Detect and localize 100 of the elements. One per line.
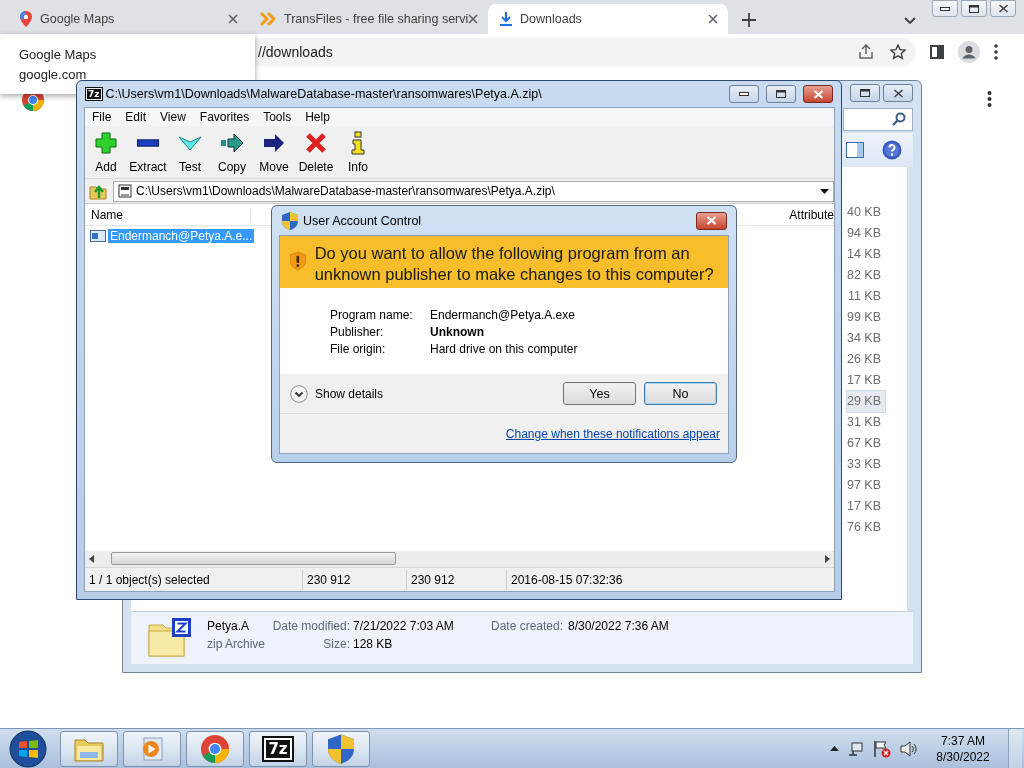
path-field[interactable]: C:\Users\vm1\Downloads\MalwareDatabase-master\ransomwares\Petya.A.zip\ xyxy=(113,180,834,202)
file-size[interactable]: 29 KB xyxy=(846,391,885,412)
menu-item[interactable]: Favorites xyxy=(192,110,257,124)
file-size[interactable]: 94 KB xyxy=(846,223,885,244)
field-value: Endermanch@Petya.A.exe xyxy=(430,308,576,324)
column-header[interactable]: Attribute xyxy=(783,207,834,222)
shield-icon xyxy=(282,211,298,230)
toolbar-button[interactable]: Move xyxy=(253,126,295,178)
taskbar-button[interactable] xyxy=(60,730,118,767)
app-logo: 7z xyxy=(264,737,292,760)
taskbar-button[interactable] xyxy=(123,730,181,767)
details-toggle[interactable]: Show details xyxy=(315,386,384,401)
field-label: File origin: xyxy=(330,342,387,358)
maximize-button[interactable] xyxy=(766,85,796,103)
close-button[interactable] xyxy=(883,84,913,102)
file-size[interactable]: 17 KB xyxy=(846,370,885,391)
close-icon[interactable] xyxy=(708,14,718,24)
side-panel-icon[interactable] xyxy=(930,45,944,59)
start-button[interactable] xyxy=(6,729,50,768)
close-button[interactable] xyxy=(990,0,1016,17)
status-text: 1 / 1 object(s) selected xyxy=(85,569,303,590)
menu-item[interactable]: Edit xyxy=(118,110,154,124)
taskbar-button[interactable]: 7z xyxy=(249,730,307,767)
browser-tab[interactable]: TransFiles - free file sharing servi xyxy=(248,4,488,34)
close-button[interactable] xyxy=(803,85,833,103)
close-button[interactable] xyxy=(696,211,727,230)
search-field[interactable] xyxy=(843,107,913,131)
toolbar-button[interactable]: Copy xyxy=(211,126,253,178)
file-size[interactable]: 99 KB xyxy=(846,307,885,328)
toolbar-button[interactable]: Extract xyxy=(127,126,169,178)
download-icon xyxy=(500,12,512,26)
menu-item[interactable]: Tools xyxy=(256,110,299,124)
dialog-button[interactable]: No xyxy=(644,382,717,405)
caret-icon[interactable] xyxy=(830,746,839,751)
minimize-icon xyxy=(739,92,749,96)
browser-tab[interactable]: Google Maps xyxy=(8,4,248,34)
horizontal-scrollbar[interactable] xyxy=(85,551,834,567)
settings-link[interactable]: Change when these notifications appear xyxy=(505,426,720,441)
archive-icon xyxy=(118,184,132,198)
file-size[interactable]: 31 KB xyxy=(846,412,885,433)
close-icon xyxy=(892,88,904,98)
scroll-right-icon[interactable] xyxy=(825,555,830,563)
menu-icon[interactable] xyxy=(994,44,998,60)
zip-folder-icon xyxy=(148,617,192,657)
file-size[interactable]: 67 KB xyxy=(846,433,885,454)
file-type: zip Archive xyxy=(206,637,267,653)
network-icon[interactable] xyxy=(848,740,864,757)
play-icon xyxy=(140,736,164,761)
menu-item[interactable]: View xyxy=(153,110,193,124)
chevron-icon[interactable] xyxy=(904,17,916,25)
profile-icon[interactable] xyxy=(958,41,980,63)
toolbar-button[interactable]: Info xyxy=(337,126,379,178)
taskbar-button[interactable] xyxy=(186,730,244,767)
file-size[interactable]: 11 KB xyxy=(847,286,885,307)
status-text: 230 912 xyxy=(303,569,407,590)
star-icon[interactable] xyxy=(890,44,906,60)
program-icon xyxy=(90,230,106,242)
file-size[interactable]: 40 KB xyxy=(846,202,885,223)
window-title: C:\Users\vm1\Downloads\MalwareDatabase-master\ransomwares\Petya.A.zip\ xyxy=(105,87,543,101)
file-size[interactable]: 26 KB xyxy=(846,349,885,370)
menu-item[interactable]: Help xyxy=(298,110,337,124)
maximize-icon xyxy=(776,90,786,98)
close-icon[interactable] xyxy=(468,14,478,24)
maximize-button[interactable] xyxy=(961,0,987,17)
maximize-icon xyxy=(860,89,870,97)
chevrons-icon xyxy=(260,12,276,26)
file-size[interactable]: 97 KB xyxy=(846,475,885,496)
maximize-button[interactable] xyxy=(850,84,880,102)
scroll-left-icon[interactable] xyxy=(89,555,94,563)
search-icon xyxy=(892,112,906,126)
clock[interactable]: 7:37 AM 8/30/2022 xyxy=(927,732,999,765)
toolbar-button[interactable]: Add xyxy=(85,126,127,178)
column-header[interactable]: Name xyxy=(85,207,251,222)
app-logo: 7z xyxy=(86,88,102,100)
preview-pane-icon[interactable] xyxy=(846,142,864,158)
file-size[interactable]: 17 KB xyxy=(846,496,885,517)
file-size[interactable]: 34 KB xyxy=(846,328,885,349)
help-icon[interactable] xyxy=(882,140,902,160)
close-icon[interactable] xyxy=(228,14,238,24)
minimize-button[interactable] xyxy=(729,85,759,103)
expand-icon[interactable] xyxy=(290,384,308,403)
speaker-icon[interactable] xyxy=(900,740,918,757)
menu-icon[interactable] xyxy=(987,91,992,107)
toolbar-button[interactable]: Delete xyxy=(295,126,337,178)
flag-icon[interactable] xyxy=(873,739,891,758)
dropdown-icon[interactable] xyxy=(820,188,829,194)
new-tab-icon[interactable] xyxy=(742,13,756,27)
file-size[interactable]: 33 KB xyxy=(846,454,885,475)
minimize-button[interactable] xyxy=(932,0,958,17)
toolbar-button[interactable]: Test xyxy=(169,126,211,178)
file-size[interactable]: 82 KB xyxy=(846,265,885,286)
browser-tab[interactable]: Downloads xyxy=(488,4,728,34)
dialog-button[interactable]: Yes xyxy=(563,382,636,405)
share-icon[interactable] xyxy=(858,44,874,60)
map-pin-icon xyxy=(20,11,32,27)
menu-item[interactable]: File xyxy=(85,110,119,124)
file-size[interactable]: 76 KB xyxy=(846,517,885,538)
file-size[interactable]: 14 KB xyxy=(846,244,885,265)
scroll-thumb[interactable] xyxy=(111,552,396,565)
taskbar-button[interactable] xyxy=(312,730,370,767)
